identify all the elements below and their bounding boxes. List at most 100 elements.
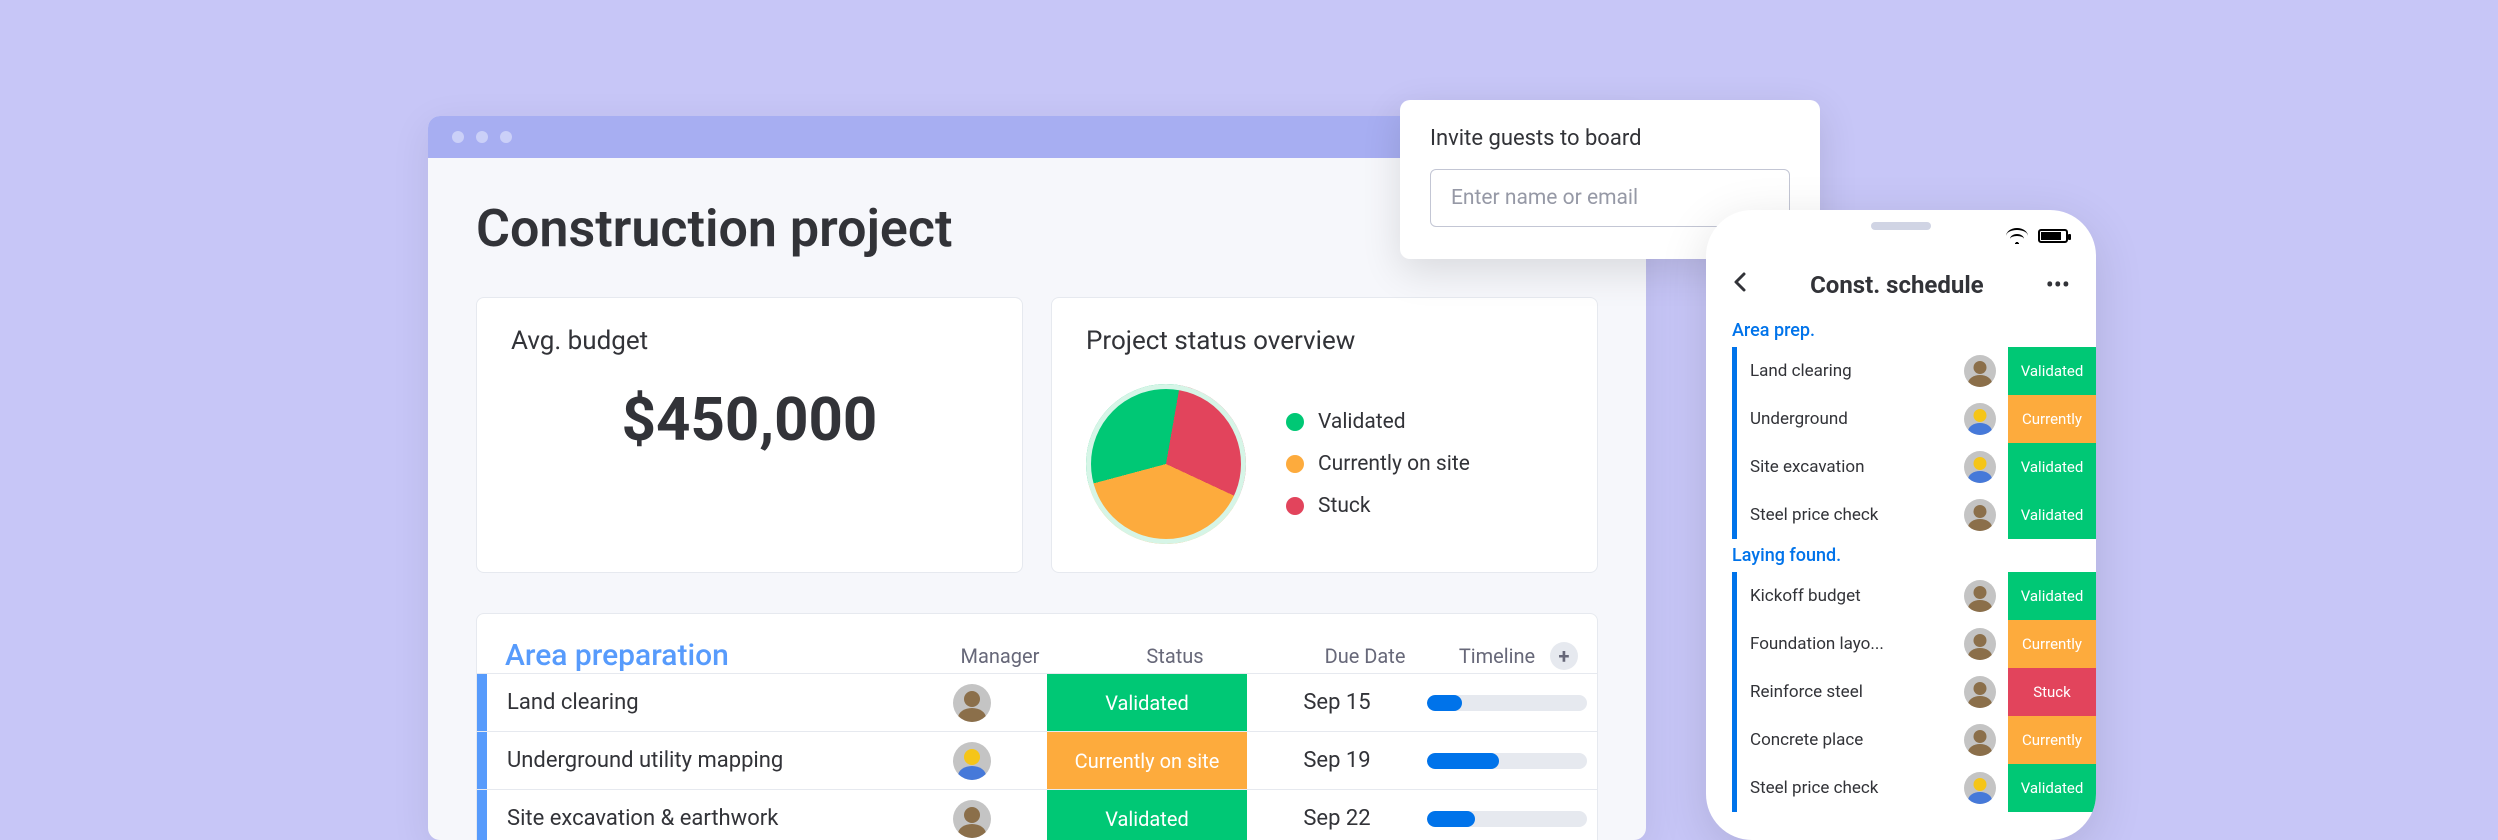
mobile-row[interactable]: Concrete place Currently (1706, 716, 2096, 764)
avatar[interactable] (1964, 499, 1996, 531)
task-cell: Underground utility mapping (477, 732, 897, 789)
budget-value: $450,000 (511, 384, 988, 455)
mobile-title: Const. schedule (1810, 271, 1984, 299)
wifi-icon (2006, 228, 2028, 244)
timeline-cell[interactable] (1427, 753, 1587, 769)
timeline-bar (1427, 753, 1587, 769)
back-button[interactable] (1732, 270, 1748, 300)
budget-card-title: Avg. budget (511, 326, 988, 356)
task-cell: Land clearing (477, 674, 897, 731)
status-cell[interactable]: Currently on site (1047, 732, 1247, 789)
avatar[interactable] (1964, 580, 1996, 612)
timeline-cell[interactable] (1427, 695, 1587, 711)
legend-dot (1286, 413, 1304, 431)
table-row[interactable]: Site excavation & earthwork Validated Se… (477, 789, 1597, 840)
mobile-row[interactable]: Reinforce steel Stuck (1706, 668, 2096, 716)
mobile-status-chip[interactable]: Validated (2008, 572, 2096, 620)
window-body: Construction project Avg. budget $450,00… (428, 158, 1646, 840)
status-chip[interactable]: Currently on site (1047, 732, 1247, 789)
table-row[interactable]: Underground utility mapping Currently on… (477, 731, 1597, 789)
avatar[interactable] (953, 742, 991, 780)
task-name[interactable]: Site excavation & earthwork (507, 806, 778, 831)
add-column-button[interactable]: + (1550, 642, 1578, 670)
mobile-task-name: Land clearing (1750, 361, 1952, 381)
row-accent-bar (477, 790, 487, 840)
mobile-status-chip[interactable]: Validated (2008, 347, 2096, 395)
legend-label: Stuck (1318, 494, 1371, 518)
pie-wrap: Validated Currently on site Stuck (1086, 384, 1563, 544)
mobile-status-chip[interactable]: Validated (2008, 764, 2096, 812)
avatar[interactable] (1964, 772, 1996, 804)
mobile-task-name: Concrete place (1750, 730, 1952, 750)
legend-item: Stuck (1286, 494, 1470, 518)
timeline-cell[interactable] (1427, 811, 1587, 827)
mobile-task-name: Reinforce steel (1750, 682, 1952, 702)
mobile-status-chip[interactable]: Currently (2008, 620, 2096, 668)
mobile-status-chip[interactable]: Currently (2008, 395, 2096, 443)
mobile-status-chip[interactable]: Validated (2008, 491, 2096, 539)
table-row[interactable]: Land clearing Validated Sep 15 (477, 673, 1597, 731)
legend-label: Currently on site (1318, 452, 1470, 476)
device-notch (1821, 210, 1981, 240)
legend-label: Validated (1318, 410, 1406, 434)
col-head-timeline[interactable]: Timeline (1455, 644, 1539, 668)
cards-row: Avg. budget $450,000 Project status over… (476, 297, 1598, 573)
mobile-row[interactable]: Site excavation Validated (1706, 443, 2096, 491)
manager-cell[interactable] (897, 800, 1047, 838)
mobile-status-chip[interactable]: Currently (2008, 716, 2096, 764)
avatar[interactable] (1964, 676, 1996, 708)
task-name[interactable]: Land clearing (507, 690, 639, 715)
mobile-group-title[interactable]: Area prep. (1706, 314, 2096, 347)
status-chip[interactable]: Validated (1047, 674, 1247, 731)
mobile-task-name: Foundation layo... (1750, 634, 1952, 654)
pie-chart (1086, 384, 1246, 544)
mobile-row[interactable]: Underground Currently (1706, 395, 2096, 443)
table-section: Area preparation Manager Status Due Date… (476, 613, 1598, 840)
mobile-task-name: Steel price check (1750, 778, 1952, 798)
timeline-fill (1427, 695, 1462, 711)
mobile-row[interactable]: Land clearing Validated (1706, 347, 2096, 395)
mobile-row[interactable]: Foundation layo... Currently (1706, 620, 2096, 668)
status-chip[interactable]: Validated (1047, 790, 1247, 840)
battery-icon (2038, 229, 2068, 243)
more-icon: ••• (2046, 271, 2070, 299)
timeline-fill (1427, 811, 1475, 827)
plus-icon: + (1559, 644, 1570, 668)
chevron-left-icon (1732, 270, 1748, 294)
manager-cell[interactable] (897, 742, 1047, 780)
status-card-title: Project status overview (1086, 326, 1563, 356)
col-head-status[interactable]: Status (1075, 644, 1275, 668)
col-head-due[interactable]: Due Date (1275, 644, 1455, 668)
avatar[interactable] (953, 800, 991, 838)
legend-dot (1286, 497, 1304, 515)
status-cell[interactable]: Validated (1047, 674, 1247, 731)
pie-legend: Validated Currently on site Stuck (1286, 410, 1470, 518)
status-cell[interactable]: Validated (1047, 790, 1247, 840)
manager-cell[interactable] (897, 684, 1047, 722)
avatar[interactable] (1964, 355, 1996, 387)
mobile-row[interactable]: Kickoff budget Validated (1706, 572, 2096, 620)
mobile-device: Const. schedule ••• Area prep. Land clea… (1706, 210, 2096, 840)
more-button[interactable]: ••• (2046, 271, 2070, 299)
col-head-manager[interactable]: Manager (925, 644, 1075, 668)
avatar[interactable] (1964, 451, 1996, 483)
window-dot (476, 131, 488, 143)
mobile-task-name: Steel price check (1750, 505, 1952, 525)
avatar[interactable] (1964, 628, 1996, 660)
due-date-cell[interactable]: Sep 19 (1247, 748, 1427, 773)
avatar[interactable] (953, 684, 991, 722)
mobile-status-chip[interactable]: Stuck (2008, 668, 2096, 716)
timeline-fill (1427, 753, 1499, 769)
avatar[interactable] (1964, 403, 1996, 435)
mobile-row[interactable]: Steel price check Validated (1706, 491, 2096, 539)
task-name[interactable]: Underground utility mapping (507, 748, 783, 773)
due-date-cell[interactable]: Sep 22 (1247, 806, 1427, 831)
section-title[interactable]: Area preparation (505, 638, 925, 673)
task-cell: Site excavation & earthwork (477, 790, 897, 840)
mobile-row[interactable]: Steel price check Validated (1706, 764, 2096, 812)
due-date-cell[interactable]: Sep 15 (1247, 690, 1427, 715)
timeline-bar (1427, 811, 1587, 827)
avatar[interactable] (1964, 724, 1996, 756)
mobile-group-title[interactable]: Laying found. (1706, 539, 2096, 572)
mobile-status-chip[interactable]: Validated (2008, 443, 2096, 491)
